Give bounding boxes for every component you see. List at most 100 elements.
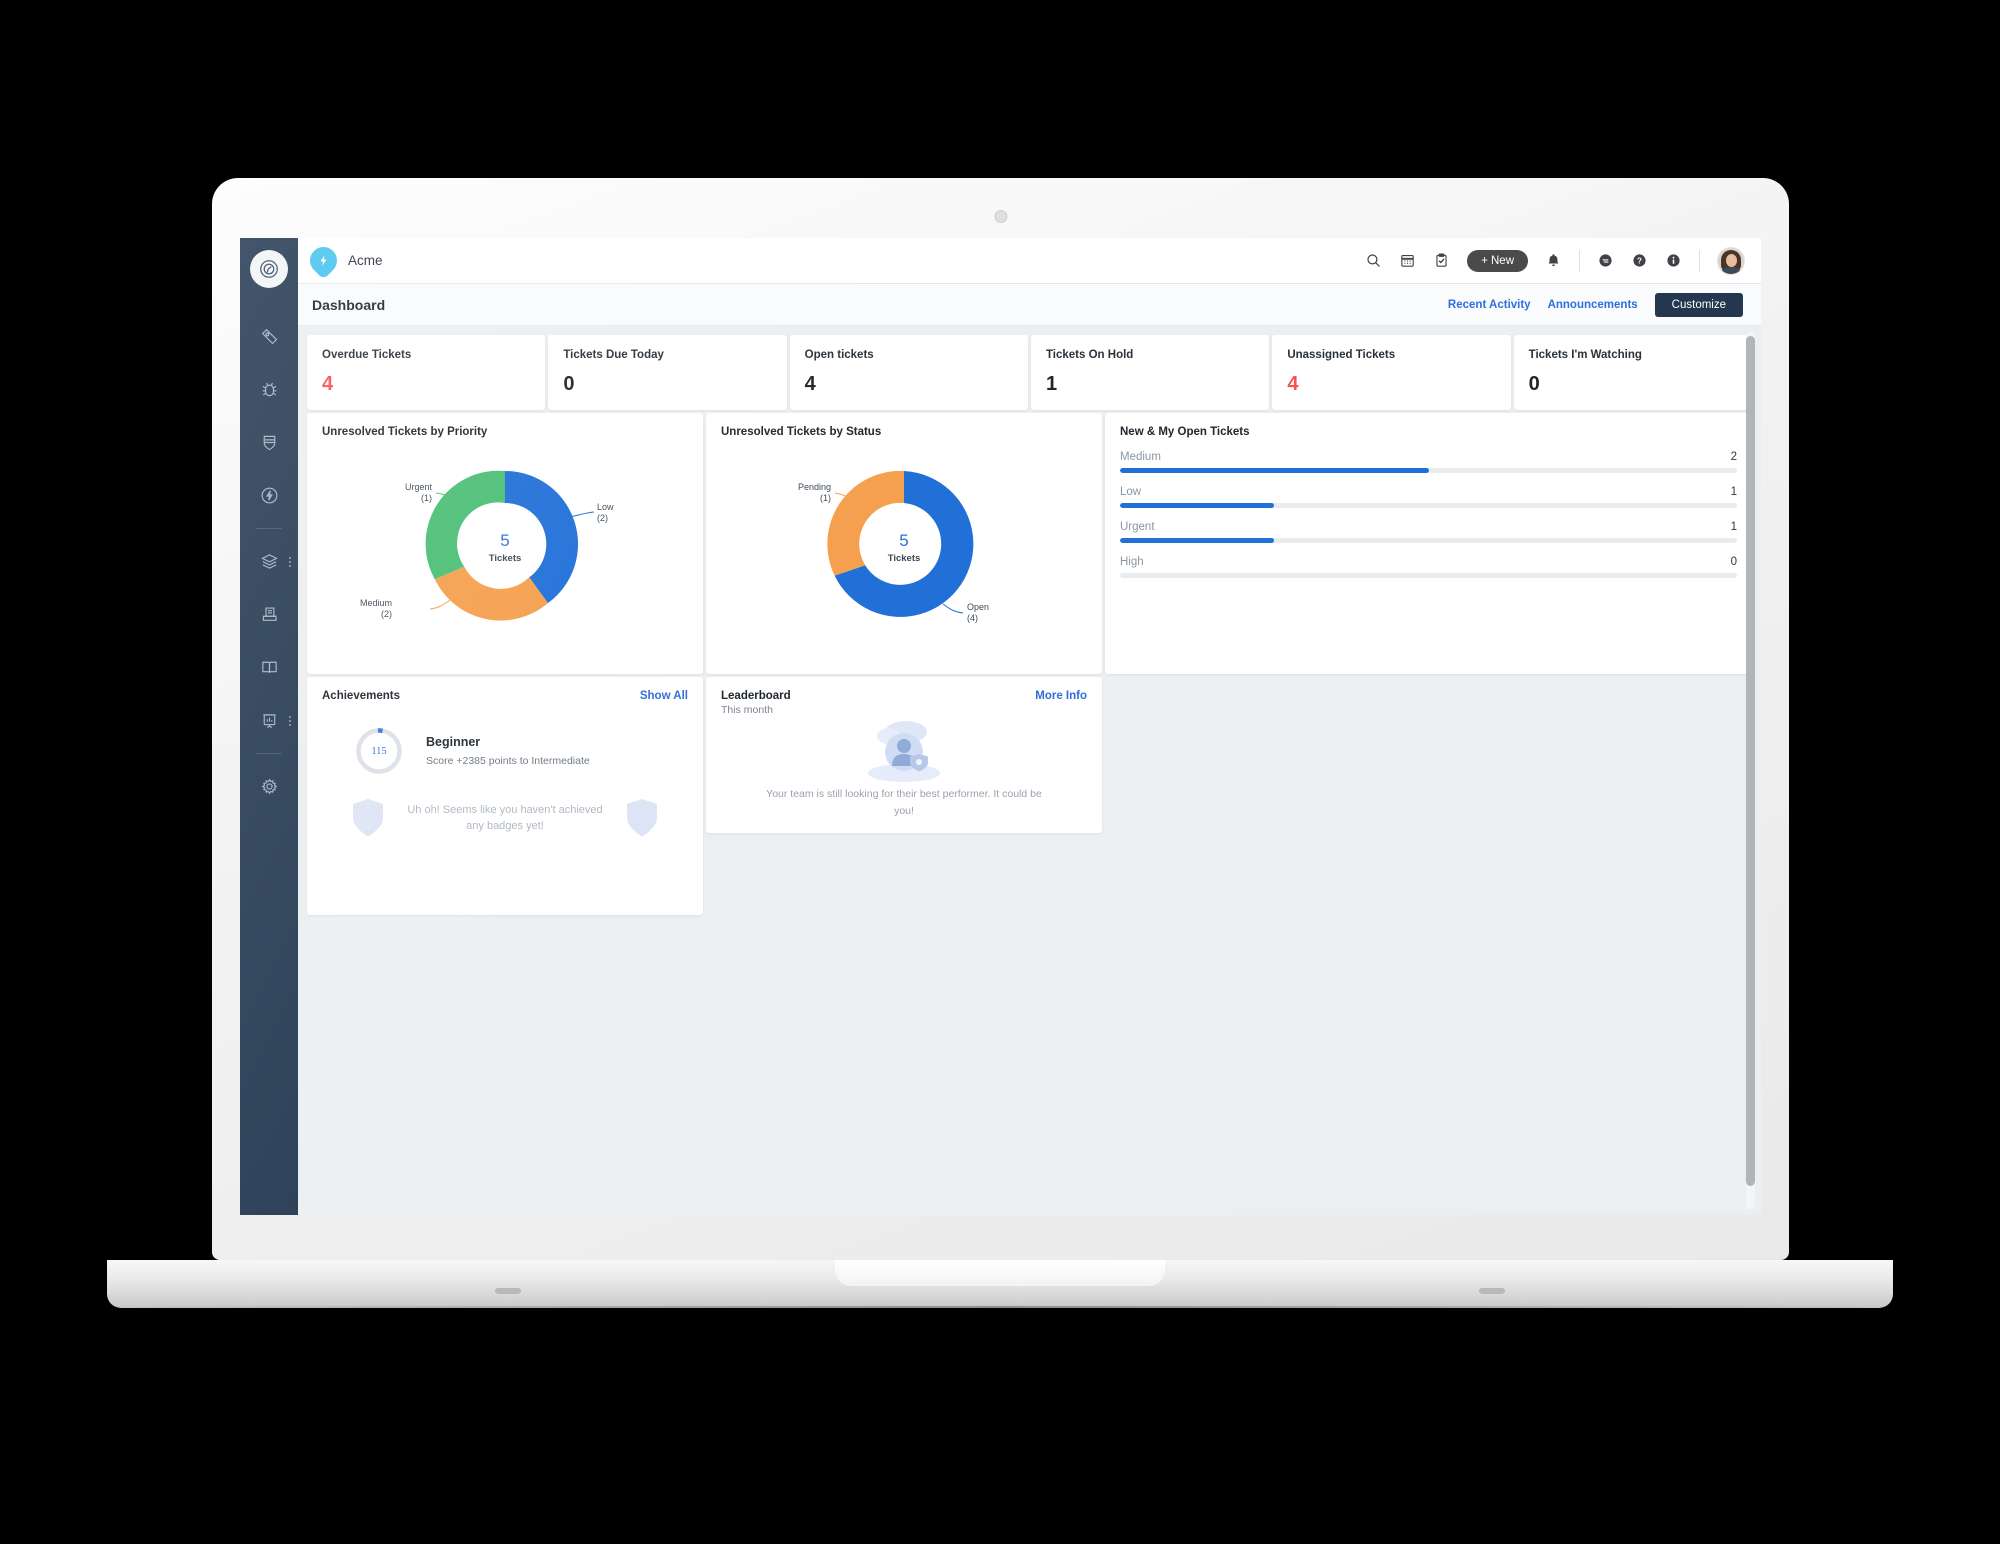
sidebar-item-contracts[interactable] [240, 588, 298, 641]
priority-bar-row[interactable]: High 0 [1120, 556, 1737, 578]
priority-bar-track [1120, 468, 1737, 473]
kpi-value: 1 [1045, 373, 1058, 395]
clipboard-check-icon[interactable] [1433, 252, 1450, 269]
kpi-card[interactable]: Overdue Tickets 4 [307, 335, 546, 410]
customize-button[interactable]: Customize [1654, 292, 1743, 317]
priority-bar-row[interactable]: Low 1 [1120, 486, 1737, 508]
layers-icon [260, 554, 278, 569]
priority-bar-label: High [1120, 556, 1144, 568]
achievement-progress-text: Score +2385 points to Intermediate [426, 755, 590, 767]
announcements-link[interactable]: Announcements [1548, 299, 1638, 311]
sidebar-item-solutions[interactable] [240, 641, 298, 694]
kpi-value: 4 [322, 373, 334, 395]
svg-text:(1): (1) [421, 493, 432, 503]
search-icon[interactable] [1365, 252, 1382, 269]
priority-bar-value: 2 [1730, 451, 1737, 463]
priority-bar-row[interactable]: Urgent 1 [1120, 521, 1737, 543]
topbar: Acme + New ? [298, 238, 1761, 284]
bolt-circle-icon [261, 487, 277, 504]
donut-priority: 5 Tickets Low (2) Medium (2) Urgent (1) [307, 449, 703, 639]
sidebar-divider-1 [256, 528, 282, 529]
page-header-actions: Recent Activity Announcements Customize [1448, 292, 1743, 317]
svg-text:(1): (1) [820, 493, 831, 503]
svg-text:?: ? [1637, 257, 1642, 266]
info-icon[interactable] [1665, 252, 1682, 269]
donut-center-label: Tickets [888, 553, 921, 564]
sidebar [240, 238, 298, 1215]
kpi-label: Tickets I'm Watching [1528, 349, 1642, 361]
priority-bar-label: Urgent [1120, 521, 1155, 533]
priority-bar-value: 0 [1730, 556, 1737, 568]
new-button[interactable]: + New [1467, 249, 1528, 272]
leaderboard-title: Leaderboard [721, 690, 791, 702]
donut-center-value: 5 [500, 531, 509, 550]
achievements-title: Achievements [322, 690, 400, 702]
page-title: Dashboard [312, 296, 386, 313]
sidebar-logo[interactable] [250, 250, 288, 288]
scrollbar-thumb[interactable] [1746, 336, 1755, 1186]
priority-bar-value: 1 [1730, 521, 1737, 533]
leaderboard-empty-message: Your team is still looking for their bes… [766, 788, 1042, 817]
bolt-droplet-icon [304, 241, 343, 280]
priority-bar-track [1120, 538, 1737, 543]
donut-slice-low[interactable] [505, 470, 579, 604]
priority-bar-row[interactable]: Medium 2 [1120, 451, 1737, 473]
ticket-icon [261, 328, 277, 345]
kpi-card[interactable]: Tickets I'm Watching 0 [1513, 335, 1752, 410]
kpi-value: 0 [1528, 373, 1540, 395]
kpi-card[interactable]: Tickets On Hold 1 [1030, 335, 1270, 410]
priority-bar-fill [1120, 503, 1275, 508]
donut-center-label: Tickets [489, 553, 522, 564]
brand[interactable]: Acme [304, 241, 383, 280]
show-all-link[interactable]: Show All [640, 690, 688, 702]
chart-card-priority: Unresolved Tickets by Priority 5 Tickets… [307, 413, 703, 674]
chart-title-priority: Unresolved Tickets by Priority [322, 426, 488, 438]
leaderboard-card: Leaderboard This month More Info Your te… [706, 677, 1102, 833]
sidebar-item-tickets[interactable] [240, 310, 298, 363]
sidebar-assets-menu[interactable] [289, 556, 291, 567]
donut-label-pending: Pending [798, 482, 831, 492]
main-column: Acme + New ? Dashboard Recent Activity A… [298, 238, 1761, 1215]
topbar-divider-2 [1699, 249, 1700, 272]
achievements-card: Achievements Show All 115 Beginner Score… [307, 677, 703, 915]
lower-row: Achievements Show All 115 Beginner Score… [307, 677, 1752, 915]
chat-icon[interactable] [1597, 252, 1614, 269]
bell-icon[interactable] [1545, 252, 1562, 269]
kpi-value: 0 [563, 373, 575, 395]
priority-bar-track [1120, 503, 1737, 508]
donut-status-svg: 5 Tickets Pending (1) Open (4) [798, 470, 989, 623]
sidebar-item-releases[interactable] [240, 469, 298, 522]
help-icon[interactable]: ? [1631, 252, 1648, 269]
achievement-score: 115 [371, 745, 387, 757]
calendar-icon[interactable] [1399, 252, 1416, 269]
kpi-value: 4 [804, 373, 816, 395]
topbar-divider [1579, 249, 1580, 272]
sidebar-item-assets[interactable] [240, 535, 298, 588]
empty-leaderboard-illustration [868, 721, 940, 782]
sidebar-item-changes[interactable] [240, 416, 298, 469]
kpi-label: Tickets Due Today [563, 349, 664, 361]
sidebar-reports-menu[interactable] [289, 715, 291, 726]
open-tickets-title: New & My Open Tickets [1120, 426, 1250, 438]
donut-slice-medium[interactable] [434, 566, 548, 621]
kpi-card[interactable]: Open tickets 4 [789, 335, 1028, 410]
kpi-label: Open tickets [804, 349, 874, 361]
priority-bar-label: Low [1120, 486, 1142, 498]
more-info-link[interactable]: More Info [1035, 690, 1087, 702]
laptop-foot-right [1479, 1288, 1505, 1294]
sidebar-item-problems[interactable] [240, 363, 298, 416]
kpi-card[interactable]: Unassigned Tickets 4 [1272, 335, 1511, 410]
brand-name: Acme [348, 253, 383, 268]
sidebar-item-admin[interactable] [240, 760, 298, 813]
donut-label-open: Open [967, 602, 989, 612]
dashboard-content: Overdue Tickets 4 Tickets Due Today 0 Op… [298, 326, 1761, 915]
gear-icon [261, 778, 277, 795]
recent-activity-link[interactable]: Recent Activity [1448, 299, 1531, 311]
kpi-label: Overdue Tickets [322, 349, 412, 361]
dashboard-scroll-area: Overdue Tickets 4 Tickets Due Today 0 Op… [298, 326, 1761, 1215]
avatar[interactable] [1717, 246, 1745, 275]
leaderboard-subtitle: This month [721, 704, 773, 716]
sidebar-item-reports[interactable] [240, 694, 298, 747]
svg-text:(2): (2) [597, 513, 608, 523]
kpi-card[interactable]: Tickets Due Today 0 [548, 335, 787, 410]
